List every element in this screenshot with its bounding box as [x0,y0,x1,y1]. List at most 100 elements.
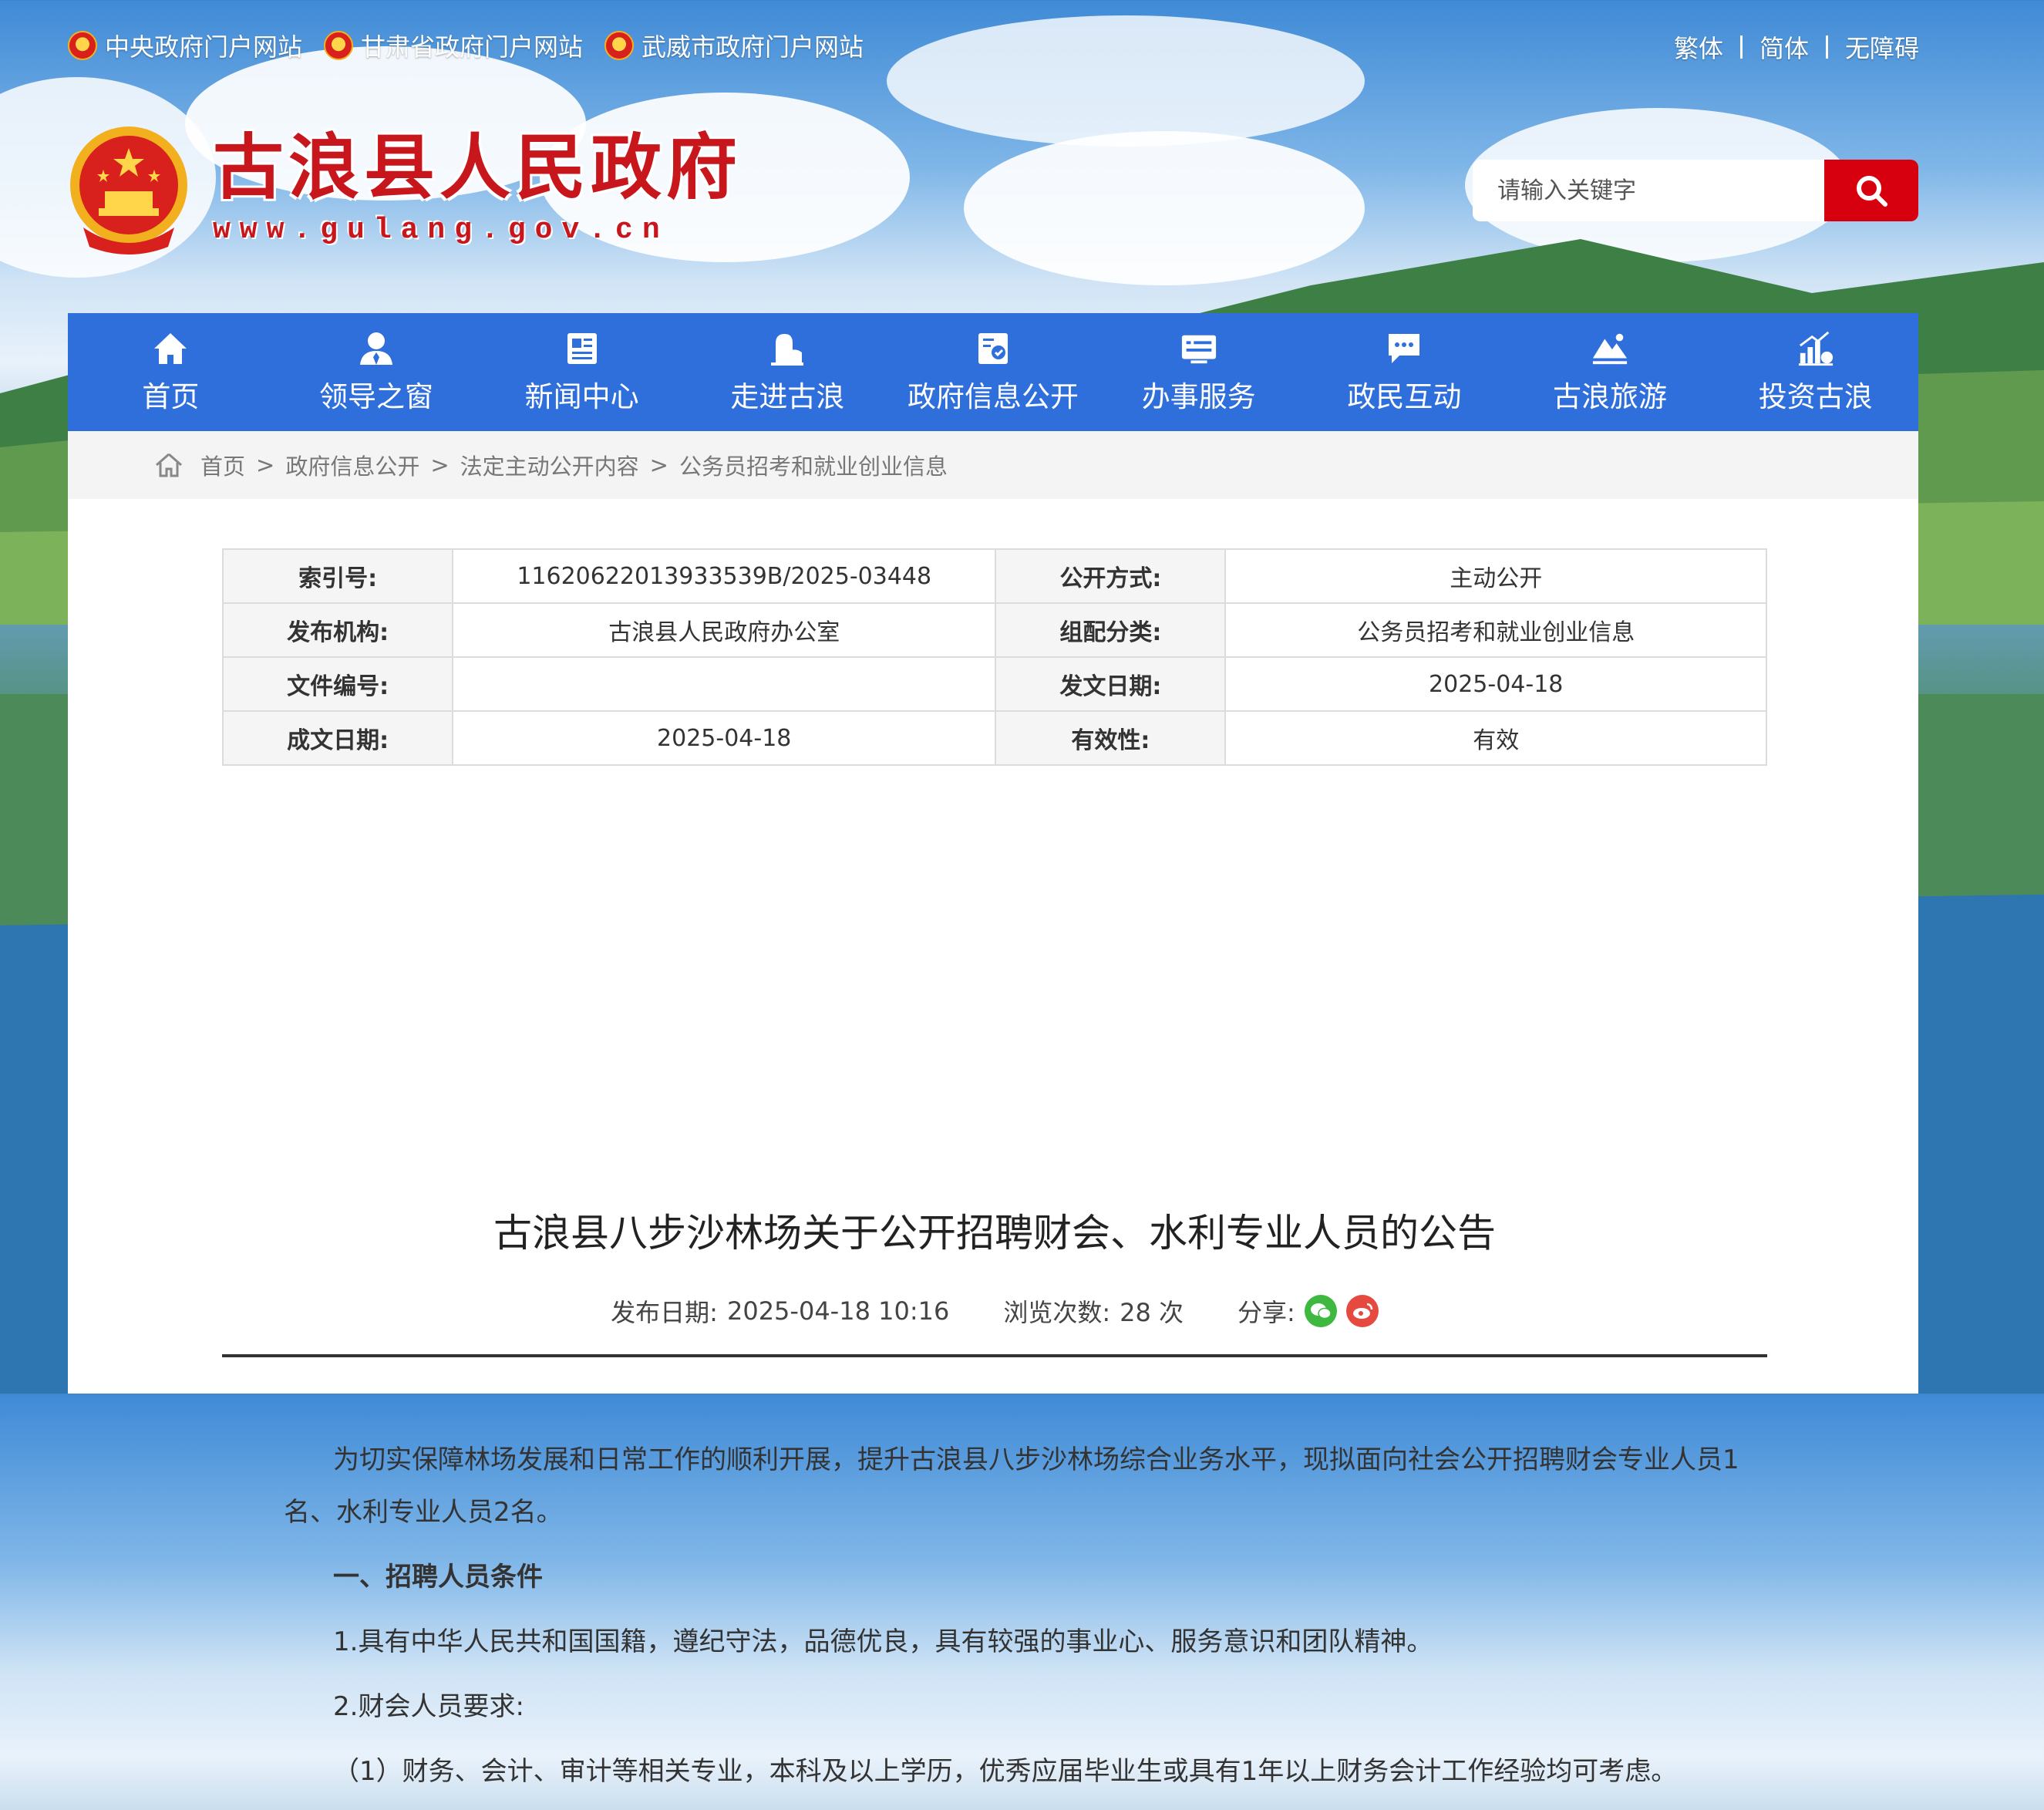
nav-label: 政民互动 [1347,379,1462,413]
nav-item-tourism[interactable]: 古浪旅游 [1507,313,1713,431]
publish-date-label: 发布日期: [611,1298,718,1327]
simplified-chinese-link[interactable]: 简体 [1759,29,1809,65]
nav-label: 投资古浪 [1758,379,1873,413]
nav-item-about-gulang[interactable]: 走进古浪 [685,313,891,431]
article-meta: 发布日期: 2025-04-18 10:16 浏览次数: 28 次 分享: [222,1293,1767,1329]
table-row: 发布机构: 古浪县人民政府办公室 组配分类: 公务员招考和就业创业信息 [221,602,1767,658]
nav-label: 办事服务 [1141,379,1256,413]
leader-icon [358,330,395,367]
issue-date-value: 2025-04-18 [1224,656,1767,712]
nav-label: 首页 [142,379,200,413]
nav-item-leaders[interactable]: 领导之窗 [274,313,480,431]
site-logo[interactable]: 古浪县人民政府 www.gulang.gov.cn [68,123,742,254]
paragraph: 2.财会人员要求: [333,1691,524,1722]
link-label: 中央政府门户网站 [105,32,303,62]
breadcrumb-recruitment-info[interactable]: 公务员招考和就业创业信息 [679,449,948,481]
search-input[interactable] [1473,160,1824,221]
mode-label: 公开方式: [995,548,1227,604]
nav-item-services[interactable]: 办事服务 [1096,313,1301,431]
table-row: 索引号: 11620622013933539B/2025-03448 公开方式:… [221,548,1767,604]
nav-item-investment[interactable]: 投资古浪 [1712,313,1918,431]
section-heading: 一、招聘人员条件 [333,1562,543,1593]
breadcrumb: 首页 > 政府信息公开 > 法定主动公开内容 > 公务员招考和就业创业信息 [68,431,1918,499]
view-count-label: 浏览次数: [1003,1298,1111,1327]
national-emblem-icon [68,31,97,60]
wechat-share-icon[interactable] [1304,1295,1337,1327]
nav-label: 领导之窗 [319,379,433,413]
link-label: 武威市政府门户网站 [641,32,864,62]
national-emblem-icon [324,31,354,60]
table-row: 文件编号: 发文日期: 2025-04-18 [221,656,1767,712]
nav-item-news[interactable]: 新闻中心 [479,313,685,431]
index-label: 索引号: [221,548,454,604]
breadcrumb-statutory-content[interactable]: 法定主动公开内容 [460,449,639,481]
weibo-share-icon[interactable] [1345,1295,1379,1327]
publish-date: 发布日期: 2025-04-18 10:16 [611,1293,949,1329]
search-button[interactable] [1824,160,1918,221]
view-count-value: 28 次 [1120,1298,1184,1327]
view-count: 浏览次数: 28 次 [1003,1293,1184,1329]
publisher-value: 古浪县人民政府办公室 [452,602,997,658]
accessibility-link[interactable]: 无障碍 [1845,29,1919,65]
traditional-chinese-link[interactable]: 繁体 [1674,29,1723,65]
national-emblem-icon [604,31,635,60]
nav-item-info-disclosure[interactable]: 政府信息公开 [891,313,1096,431]
paragraph: 为切实保障林场发展和日常工作的顺利开展，提升古浪县八步沙林场综合业务水平，现拟面… [284,1444,1739,1528]
nav-item-home[interactable]: 首页 [68,313,274,431]
index-value: 11620622013933539B/2025-03448 [452,548,997,604]
main-nav: 首页 领导之窗 新闻中心 走进古浪 政府信息公开 办事服务 政民互动 古浪旅游 … [68,313,1918,431]
investment-icon [1797,330,1834,367]
landmark-icon [769,330,806,367]
central-gov-link[interactable]: 中央政府门户网站 [68,28,302,63]
chat-icon [1386,330,1423,367]
validity-value: 有效 [1224,710,1767,766]
validity-label: 有效性: [995,710,1227,766]
divider [222,1354,1767,1357]
doc-number-value [452,656,997,712]
breadcrumb-separator: > [649,452,668,478]
portal-links: 中央政府门户网站 甘肃省政府门户网站 武威市政府门户网站 [68,28,864,63]
article-title: 古浪县八步沙林场关于公开招聘财会、水利专业人员的公告 [493,1211,1496,1256]
breadcrumb-separator: > [256,452,275,478]
share-label: 分享: [1238,1298,1295,1327]
news-icon [564,330,601,367]
written-date-label: 成文日期: [221,710,454,766]
share: 分享: [1238,1293,1379,1329]
separator [1739,35,1743,59]
breadcrumb-info-disclosure[interactable]: 政府信息公开 [285,449,419,481]
link-label: 甘肃省政府门户网站 [361,32,584,62]
search-icon [1857,176,1887,207]
issue-date-label: 发文日期: [995,656,1227,712]
service-icon [1180,330,1217,367]
publisher-label: 发布机构: [221,602,454,658]
home-icon [152,330,189,367]
breadcrumb-separator: > [430,452,450,478]
wuwei-gov-link[interactable]: 武威市政府门户网站 [604,28,864,63]
table-row: 成文日期: 2025-04-18 有效性: 有效 [221,710,1767,766]
language-links: 繁体 简体 无障碍 [1674,29,1919,65]
category-label: 组配分类: [995,602,1227,658]
site-url: www.gulang.gov.cn [213,213,669,247]
tourism-icon [1591,330,1628,367]
paragraph: （1）财务、会计、审计等相关专业，本科及以上学历，优秀应届毕业生或具有1年以上财… [333,1756,1678,1787]
nav-label: 政府信息公开 [908,379,1079,413]
written-date-value: 2025-04-18 [452,710,997,766]
paragraph: 1.具有中华人民共和国国籍，遵纪守法，品德优良，具有较强的事业心、服务意识和团队… [333,1626,1433,1657]
nav-label: 古浪旅游 [1553,379,1668,413]
gansu-gov-link[interactable]: 甘肃省政府门户网站 [324,28,583,63]
national-emblem-icon [68,123,190,254]
publish-date-value: 2025-04-18 10:16 [726,1296,950,1326]
home-icon [156,453,182,477]
site-title-block: 古浪县人民政府 www.gulang.gov.cn [213,132,742,247]
separator [1825,35,1828,59]
breadcrumb-home[interactable]: 首页 [200,449,245,481]
nav-label: 新闻中心 [524,379,639,413]
nav-item-interaction[interactable]: 政民互动 [1301,313,1507,431]
nav-label: 走进古浪 [730,379,845,413]
top-bar: 中央政府门户网站 甘肃省政府门户网站 武威市政府门户网站 繁体 简体 无障碍 [0,0,2044,93]
doc-number-label: 文件编号: [221,656,454,712]
mode-value: 主动公开 [1224,548,1767,604]
info-disclosure-icon [975,330,1012,367]
search-box [1473,160,1918,221]
site-title: 古浪县人民政府 [213,125,743,209]
